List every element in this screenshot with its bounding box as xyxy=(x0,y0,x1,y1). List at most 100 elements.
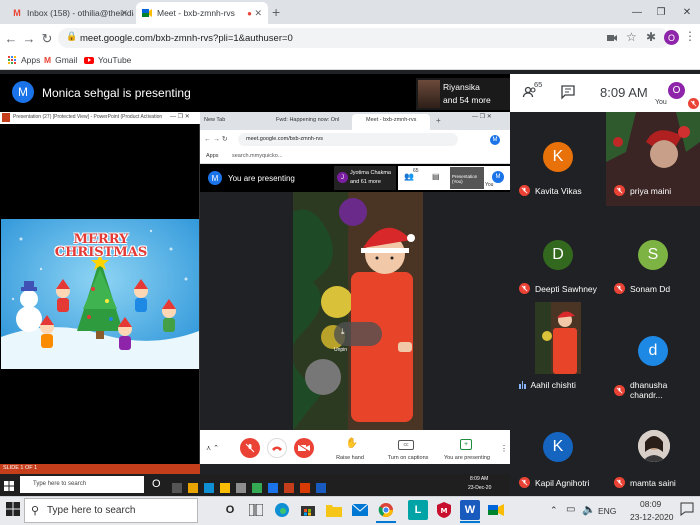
notifications-icon[interactable] xyxy=(680,502,694,516)
gmail-icon: M xyxy=(44,55,52,65)
shared-taskbar-search: Type here to search xyxy=(20,476,144,493)
profile-avatar[interactable]: O xyxy=(664,30,679,45)
participant-tile[interactable]: Aahil chishti xyxy=(511,302,605,400)
chrome-icon[interactable] xyxy=(376,500,396,520)
bookmark-star-icon[interactable]: ☆ xyxy=(626,30,637,44)
window-close-icon[interactable]: ✕ xyxy=(676,0,698,24)
participant-name-text: Kapil Agnihotri xyxy=(535,477,590,488)
bookmark-youtube[interactable]: YouTube xyxy=(84,55,131,65)
mic-off-icon xyxy=(519,185,530,196)
participant-name-text: Sonam Dd xyxy=(630,283,671,294)
shared-taskbar-time: 8:09 AM xyxy=(470,476,489,482)
shared-mic-off-button xyxy=(240,438,260,458)
shared-camera-off-button xyxy=(294,438,314,458)
volume-icon[interactable]: 🔈 xyxy=(582,503,596,516)
windows-icon xyxy=(6,502,20,516)
participant-tile[interactable]: S Sonam Dd xyxy=(606,208,700,302)
participant-avatar: D xyxy=(543,240,573,270)
chat-icon[interactable] xyxy=(560,84,576,100)
shared-presenting-label: You are presenting xyxy=(228,174,295,183)
start-button[interactable] xyxy=(6,502,20,516)
shared-presenter-avatar: M xyxy=(208,171,222,185)
viewer-tile[interactable]: Riyansika and 54 more xyxy=(416,78,510,110)
word-icon[interactable]: W xyxy=(460,500,480,520)
taskview-tiles-icon[interactable] xyxy=(246,500,266,520)
minimize-icon[interactable]: — xyxy=(626,0,648,24)
camera-in-use-icon[interactable] xyxy=(606,31,618,43)
participant-avatar: S xyxy=(638,240,668,270)
present-icon: + xyxy=(460,439,472,450)
tab-meet[interactable]: Meet - bxb-zmnh-rvs ● ✕ xyxy=(136,2,268,24)
shared-viewer-tile: J Jyotima Chakma and 61 more xyxy=(334,166,396,190)
powerpoint-icon xyxy=(2,113,10,122)
maximize-icon[interactable]: ❐ xyxy=(650,0,672,24)
participant-name-text: mamta saini xyxy=(630,477,676,488)
url-text[interactable]: meet.google.com/bxb-zmnh-rvs?pli=1&authu… xyxy=(80,33,293,44)
shared-count: 65 xyxy=(413,168,419,174)
shared-windows-icon xyxy=(4,478,14,491)
participant-photo xyxy=(638,430,670,462)
shared-taskview-icon: O xyxy=(152,478,161,490)
participant-tile[interactable]: K Kavita Vikas xyxy=(511,112,605,206)
bookmark-gmail-label: Gmail xyxy=(55,55,78,65)
file-explorer-icon[interactable] xyxy=(324,500,344,520)
participant-name-text: Deepti Sawhney xyxy=(535,283,597,294)
forward-icon[interactable]: → xyxy=(22,31,36,46)
speaking-icon xyxy=(519,381,526,389)
ppt-title: Presentation (27) [Protected View] - Pow… xyxy=(13,114,163,120)
taskbar-search-box[interactable]: ⚲ Type here to search xyxy=(24,498,198,523)
new-tab-icon[interactable]: + xyxy=(272,4,280,20)
mcafee-icon[interactable]: M xyxy=(434,500,454,520)
participant-name-text: dhanusha chandr... xyxy=(630,380,668,400)
participant-tile[interactable]: D Deepti Sawhney xyxy=(511,208,605,302)
shared-self-avatar: M xyxy=(492,171,504,183)
participant-tile[interactable]: priya maini xyxy=(606,112,700,206)
menu-icon[interactable]: ⋮ xyxy=(684,29,696,43)
presenting-label: Monica sehgal is presenting xyxy=(42,86,191,100)
mail-icon[interactable] xyxy=(350,500,370,520)
participant-tile[interactable]: d dhanusha chandr... xyxy=(606,302,700,400)
back-icon[interactable]: ← xyxy=(4,31,18,46)
participant-video xyxy=(535,302,581,374)
shared-window-controls: — ❐ ✕ xyxy=(472,114,492,120)
edge-icon[interactable] xyxy=(272,500,292,520)
participant-avatar: K xyxy=(543,432,573,462)
tab-gmail[interactable]: M Inbox (158) - othilia@theindiansc ✕ xyxy=(6,2,134,24)
launcher-l-icon[interactable]: L xyxy=(408,500,428,520)
meet-icon xyxy=(142,8,152,18)
bookmark-gmail[interactable]: M Gmail xyxy=(44,55,77,65)
unpin-label: Unpin xyxy=(334,347,348,353)
system-tray-arrow-icon[interactable]: ⌃ xyxy=(550,505,558,516)
task-view-icon[interactable]: O xyxy=(220,500,240,520)
store-icon[interactable] xyxy=(298,500,318,520)
shared-bookmark-search: search.mmyquicko... xyxy=(232,153,283,159)
shared-tab-newtab: New Tab xyxy=(204,117,226,123)
taskbar-clock[interactable]: 08:09 xyxy=(640,499,661,509)
participant-name-text: Aahil chishti xyxy=(530,380,576,390)
participant-tile[interactable]: K Kapil Agnihotri xyxy=(511,400,605,496)
participant-name: Deepti Sawhney xyxy=(519,283,597,294)
shared-taskbar-apps xyxy=(172,480,492,493)
presented-video xyxy=(293,192,423,430)
network-icon[interactable]: ▭ xyxy=(566,504,575,515)
word-active-indicator xyxy=(460,521,480,523)
self-label: You xyxy=(655,99,667,106)
shared-profile-avatar: M xyxy=(490,135,500,145)
participant-name: dhanusha chandr... xyxy=(614,380,700,400)
meet-taskbar-icon[interactable] xyxy=(486,500,506,520)
participant-name: mamta saini xyxy=(614,477,676,488)
bookmark-apps[interactable]: Apps xyxy=(8,55,40,65)
youtube-icon xyxy=(84,56,94,64)
reload-icon[interactable]: ↻ xyxy=(40,31,54,47)
self-avatar: O xyxy=(668,82,685,99)
tab-meet-label: Meet - bxb-zmnh-rvs xyxy=(157,8,235,18)
participant-tile[interactable]: mamta saini xyxy=(606,400,700,496)
language-indicator[interactable]: ENG xyxy=(598,506,616,516)
participant-name-text: Kavita Vikas xyxy=(535,185,582,196)
taskbar-date[interactable]: 23-12-2020 xyxy=(630,512,673,522)
participant-name: Kavita Vikas xyxy=(519,185,582,196)
close-tab-icon[interactable]: ✕ xyxy=(120,8,128,19)
viewer-more: and 54 more xyxy=(443,95,491,105)
close-tab-icon[interactable]: ✕ xyxy=(254,8,262,19)
extensions-icon[interactable]: ✱ xyxy=(646,30,656,44)
